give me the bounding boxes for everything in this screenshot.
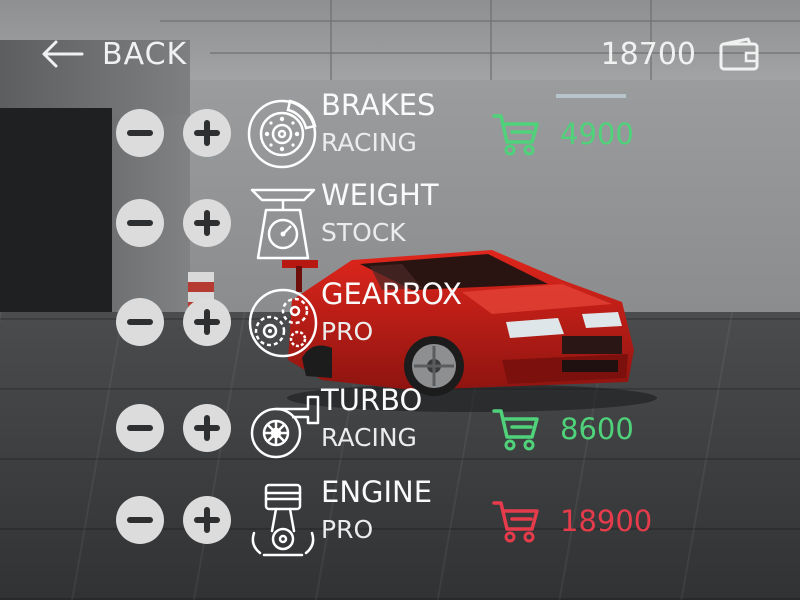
- back-button[interactable]: BACK: [40, 34, 187, 74]
- increase-button[interactable]: [183, 404, 231, 452]
- increase-button[interactable]: [183, 298, 231, 346]
- turbo-icon: [250, 395, 320, 459]
- buy-button[interactable]: 8600: [492, 407, 634, 451]
- minus-icon: [127, 220, 153, 226]
- cart-icon: [492, 409, 539, 451]
- decrease-button[interactable]: [116, 404, 164, 452]
- cart-icon: [492, 501, 539, 543]
- part-name: GEARBOX: [321, 277, 463, 311]
- part-name: WEIGHT: [321, 178, 439, 212]
- gears-icon: [248, 288, 318, 358]
- buy-button[interactable]: 4900: [492, 112, 634, 156]
- part-name: ENGINE: [321, 475, 433, 509]
- upgrade-row-brakes: BRAKES RACING 4900: [116, 88, 736, 174]
- increase-button[interactable]: [183, 496, 231, 544]
- upgrade-row-engine: ENGINE PRO 18900: [116, 475, 736, 561]
- decrease-button[interactable]: [116, 298, 164, 346]
- part-level: PRO: [321, 317, 374, 346]
- brake-disc-icon: [247, 99, 317, 169]
- minus-icon: [127, 517, 153, 523]
- increase-button[interactable]: [183, 109, 231, 157]
- back-label: BACK: [102, 36, 188, 72]
- decrease-button[interactable]: [116, 199, 164, 247]
- balance-value: 18700: [600, 36, 696, 72]
- piston-icon: [251, 483, 315, 557]
- part-name: BRAKES: [321, 88, 436, 122]
- part-level: STOCK: [321, 218, 406, 247]
- minus-icon: [127, 130, 153, 136]
- decrease-button[interactable]: [116, 496, 164, 544]
- wallet-icon: [719, 37, 759, 71]
- part-level: PRO: [321, 515, 374, 544]
- buy-button[interactable]: 18900: [492, 499, 652, 543]
- upgrade-row-weight: WEIGHT STOCK: [116, 178, 736, 264]
- garage-door: [0, 108, 112, 324]
- minus-icon: [127, 319, 153, 325]
- price: 4900: [560, 117, 634, 151]
- arrow-left-icon: [42, 40, 84, 68]
- cart-icon: [492, 114, 539, 156]
- increase-button[interactable]: [183, 199, 231, 247]
- price: 18900: [560, 504, 653, 538]
- price: 8600: [560, 412, 634, 446]
- minus-icon: [127, 425, 153, 431]
- part-name: TURBO: [321, 383, 423, 417]
- balance-display: 18700: [601, 34, 760, 74]
- part-level: RACING: [321, 423, 417, 452]
- part-level: RACING: [321, 128, 417, 157]
- upgrade-row-turbo: TURBO RACING 8600: [116, 383, 736, 469]
- upgrade-row-gearbox: GEARBOX PRO: [116, 277, 736, 363]
- decrease-button[interactable]: [116, 109, 164, 157]
- scale-icon: [250, 188, 316, 260]
